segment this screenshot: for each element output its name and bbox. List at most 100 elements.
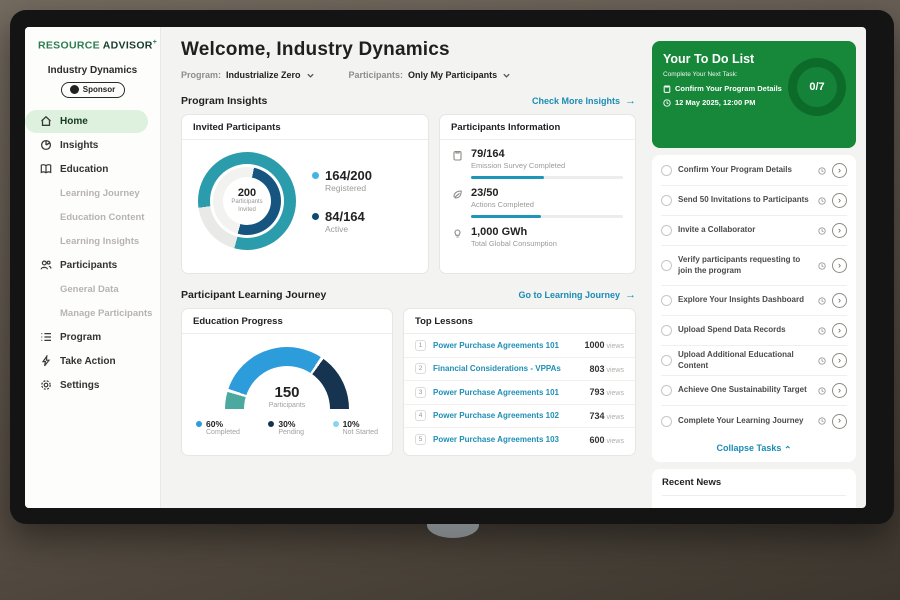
lesson-link[interactable]: Power Purchase Agreements 101: [433, 388, 583, 397]
participants-information-card: Participants Information 79/164 Emission…: [439, 114, 636, 274]
rank-badge: 5: [415, 434, 426, 445]
lesson-row-2[interactable]: 2 Financial Considerations - VPPAs 803 v…: [404, 358, 635, 382]
task-open-button[interactable]: ›: [832, 163, 847, 178]
legend-dot-registered: [312, 172, 319, 179]
views-count: 1000 views: [585, 340, 625, 350]
task-checkbox[interactable]: [661, 195, 672, 206]
task-checkbox[interactable]: [661, 325, 672, 336]
todo-task-1: Confirm Your Program Details ›: [661, 156, 847, 186]
todo-task-5: Explore Your Insights Dashboard ›: [661, 286, 847, 316]
main-content: Welcome, Industry Dynamics Program: Indu…: [161, 27, 648, 508]
clock-icon: [818, 227, 826, 235]
task-open-button[interactable]: ›: [832, 193, 847, 208]
sidebar-item-education-content[interactable]: Education Content: [25, 206, 160, 229]
donut-center: 200 Participants Invited: [223, 177, 271, 225]
lesson-row-1[interactable]: 1 Power Purchase Agreements 101 1000 vie…: [404, 334, 635, 358]
clipboard-icon: [663, 85, 671, 93]
clock-icon: [818, 417, 826, 425]
sidebar-item-participants[interactable]: Participants: [25, 254, 160, 277]
invited-participants-card: Invited Participants 200 Participants In…: [181, 114, 429, 274]
todo-summary-card: Your To Do List Complete Your Next Task:…: [652, 41, 856, 148]
sidebar-item-settings[interactable]: Settings: [25, 374, 160, 397]
todo-task-3: Invite a Collaborator ›: [661, 216, 847, 246]
legend-active: 84/164 Active: [312, 209, 372, 234]
sidebar-item-take-action[interactable]: Take Action: [25, 350, 160, 373]
todo-task-6: Upload Spend Data Records ›: [661, 316, 847, 346]
todo-task-list: Confirm Your Program Details › Send 50 I…: [652, 155, 856, 462]
legend-dot-pending: [268, 421, 274, 427]
gauge-center: 150 Participants: [225, 385, 349, 409]
sidebar-item-manage-participants[interactable]: Manage Participants: [25, 302, 160, 325]
action-icon: [40, 355, 52, 367]
stat-actions-completed: 23/50 Actions Completed: [440, 179, 635, 218]
progress-track: [471, 215, 623, 218]
task-checkbox[interactable]: [661, 385, 672, 396]
stat-emission-survey: 79/164 Emission Survey Completed: [440, 140, 635, 179]
legend-registered: 164/200 Registered: [312, 168, 372, 193]
sidebar-item-education[interactable]: Education: [25, 158, 160, 181]
leaf-icon: [452, 189, 463, 218]
check-more-insights-link[interactable]: Check More Insights →: [532, 95, 636, 107]
lesson-row-5[interactable]: 5 Power Purchase Agreements 103 600 view…: [404, 428, 635, 452]
page-title: Welcome, Industry Dynamics: [181, 39, 636, 61]
sidebar-item-program[interactable]: Program: [25, 326, 160, 349]
desk-background: RESOURCE ADVISOR+ Industry Dynamics Spon…: [0, 0, 900, 600]
todo-task-9: Complete Your Learning Journey ›: [661, 406, 847, 436]
arrow-right-icon: →: [625, 95, 636, 107]
clock-icon: [818, 167, 826, 175]
task-checkbox[interactable]: [661, 416, 672, 427]
survey-icon: [452, 150, 463, 179]
go-to-learning-journey-link[interactable]: Go to Learning Journey →: [518, 289, 636, 301]
task-open-button[interactable]: ›: [832, 353, 847, 368]
task-open-button[interactable]: ›: [832, 258, 847, 273]
legend-not-started: 10% Not Started: [333, 419, 378, 436]
legend-dot-not-started: [333, 421, 339, 427]
stat-global-consumption: 1,000 GWh Total Global Consumption: [440, 218, 635, 248]
clock-icon: [818, 327, 826, 335]
task-open-button[interactable]: ›: [832, 293, 847, 308]
task-open-button[interactable]: ›: [832, 383, 847, 398]
collapse-tasks-link[interactable]: Collapse Tasks ⌄: [661, 436, 847, 458]
lesson-link[interactable]: Financial Considerations - VPPAs: [433, 364, 583, 373]
progress-fill: [471, 176, 544, 179]
task-checkbox[interactable]: [661, 355, 672, 366]
task-open-button[interactable]: ›: [832, 323, 847, 338]
lesson-row-4[interactable]: 4 Power Purchase Agreements 102 734 view…: [404, 405, 635, 429]
sidebar-item-learning-insights[interactable]: Learning Insights: [25, 230, 160, 253]
todo-task-4: Verify participants requesting to join t…: [661, 246, 847, 286]
rank-badge: 4: [415, 410, 426, 421]
sidebar-item-insights[interactable]: Insights: [25, 134, 160, 157]
recent-news-title: Recent News: [662, 477, 846, 496]
task-open-button[interactable]: ›: [832, 223, 847, 238]
lesson-link[interactable]: Power Purchase Agreements 101: [433, 341, 578, 350]
task-checkbox[interactable]: [661, 295, 672, 306]
views-count: 734 views: [590, 411, 625, 421]
program-filter-dropdown[interactable]: Program: Industrialize Zero: [181, 70, 315, 80]
task-checkbox[interactable]: [661, 225, 672, 236]
lesson-row-3[interactable]: 3 Power Purchase Agreements 101 793 view…: [404, 381, 635, 405]
clock-icon: [818, 387, 826, 395]
clock-icon: [818, 197, 826, 205]
sidebar-item-home[interactable]: Home: [25, 110, 148, 133]
sponsor-badge[interactable]: Sponsor: [61, 82, 125, 98]
task-open-button[interactable]: ›: [832, 414, 847, 429]
task-checkbox[interactable]: [661, 260, 672, 271]
lesson-link[interactable]: Power Purchase Agreements 102: [433, 411, 583, 420]
participants-filter-dropdown[interactable]: Participants: Only My Participants: [349, 70, 512, 80]
chevron-up-icon: ⌄: [784, 443, 792, 454]
sidebar-item-general-data[interactable]: General Data: [25, 278, 160, 301]
lesson-link[interactable]: Power Purchase Agreements 103: [433, 435, 583, 444]
list-icon: [40, 331, 52, 343]
task-checkbox[interactable]: [661, 165, 672, 176]
sidebar: RESOURCE ADVISOR+ Industry Dynamics Spon…: [25, 27, 161, 508]
legend-dot-active: [312, 213, 319, 220]
legend-completed: 60% Completed: [196, 419, 240, 436]
sidebar-nav: Home Insights Education Learning Journey: [25, 110, 160, 397]
rank-badge: 2: [415, 363, 426, 374]
clock-icon: [663, 99, 671, 107]
sidebar-item-learning-journey[interactable]: Learning Journey: [25, 182, 160, 205]
todo-progress-ring: 0/7: [788, 58, 846, 116]
legend-dot-completed: [196, 421, 202, 427]
progress-fill: [471, 215, 541, 218]
todo-task-8: Achieve One Sustainability Target ›: [661, 376, 847, 406]
